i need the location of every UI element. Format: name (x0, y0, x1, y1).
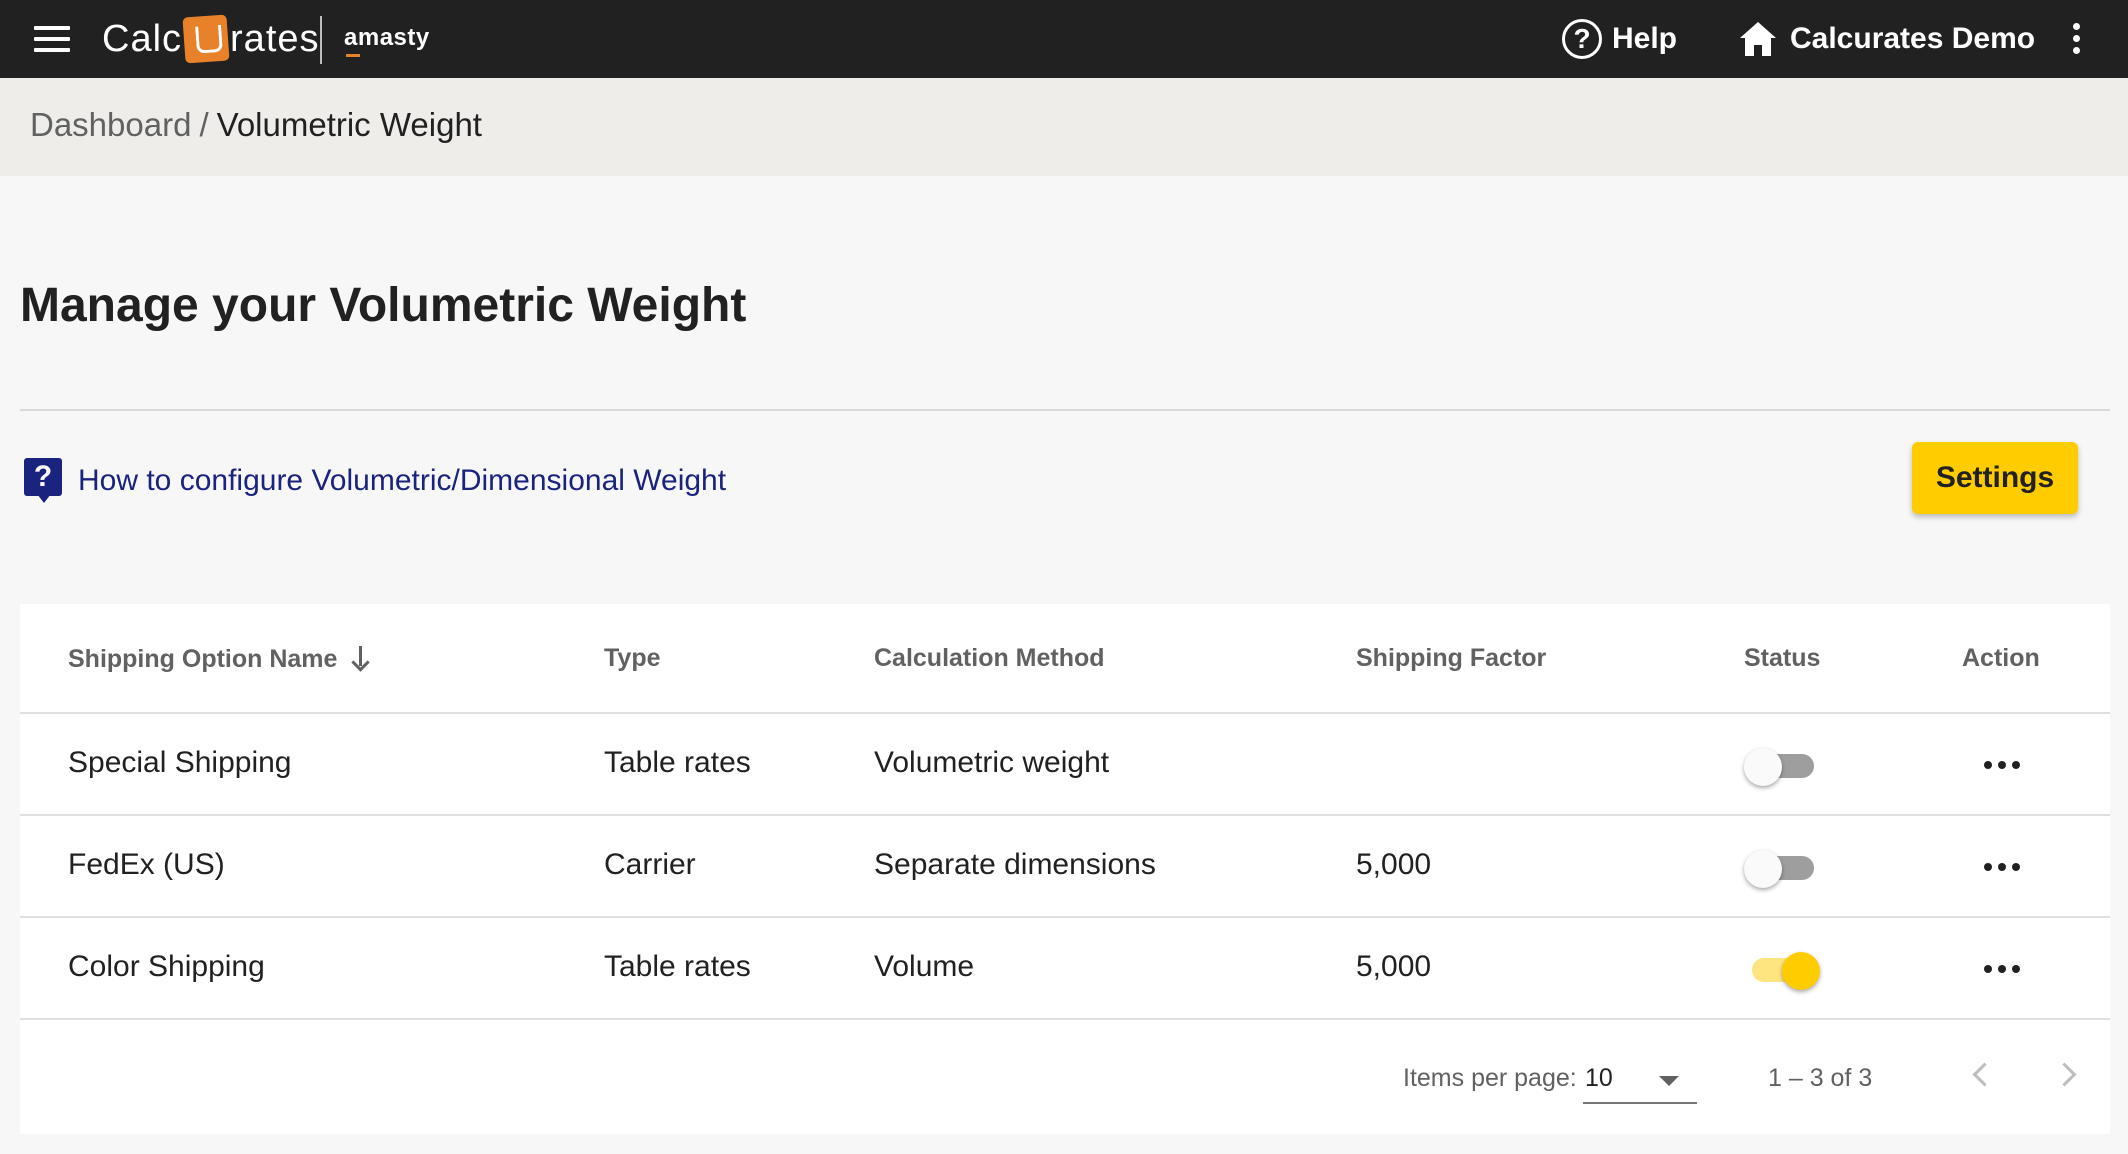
cell-name: Color Shipping (68, 950, 265, 983)
items-per-page-value: 10 (1585, 1064, 1613, 1092)
caret-down-icon (1659, 1076, 1679, 1086)
status-toggle[interactable] (1744, 748, 1818, 786)
logo-prefix: Calc (102, 17, 183, 60)
breadcrumb-separator: / (199, 106, 209, 143)
table-header-row: Shipping Option Name Type Calculation Me… (20, 604, 2110, 714)
cell-factor: 5,000 (1356, 848, 1432, 881)
title-divider (20, 409, 2110, 411)
cell-factor: 5,000 (1356, 950, 1432, 983)
logo-suffix: rates (230, 17, 320, 60)
items-per-page-label: Items per page: (1403, 1064, 1577, 1092)
settings-button[interactable]: Settings (1912, 442, 2078, 514)
help-article-link[interactable]: ? How to configure Volumetric/Dimensiona… (24, 458, 726, 504)
top-app-bar: Calc rates amasty ? Help Calcurates Demo (0, 0, 2128, 78)
amasty-logo: amasty (344, 24, 430, 57)
table-row: FedEx (US) Carrier Separate dimensions 5… (20, 816, 2110, 918)
home-icon (1740, 22, 1776, 56)
breadcrumb-current: Volumetric Weight (216, 106, 482, 143)
cell-name: FedEx (US) (68, 848, 225, 881)
arrow-down-icon (349, 644, 373, 672)
store-home-button[interactable]: Calcurates Demo (1738, 17, 2035, 61)
breadcrumb-bar: Dashboard / Volumetric Weight (0, 78, 2128, 176)
help-label: Help (1612, 22, 1678, 55)
more-vert-icon[interactable] (2062, 20, 2090, 58)
cell-method: Separate dimensions (874, 848, 1156, 881)
breadcrumb: Dashboard / Volumetric Weight (30, 106, 482, 144)
column-header-name-label: Shipping Option Name (68, 645, 338, 673)
column-header-factor: Shipping Factor (1356, 644, 1547, 672)
status-toggle[interactable] (1744, 952, 1820, 990)
chevron-left-icon[interactable] (1964, 1056, 2004, 1096)
column-header-name[interactable]: Shipping Option Name (68, 644, 373, 674)
help-button[interactable]: ? Help (1562, 17, 1677, 61)
more-horiz-icon[interactable] (1982, 956, 2022, 980)
page-title: Manage your Volumetric Weight (20, 279, 747, 332)
more-horiz-icon[interactable] (1982, 854, 2022, 878)
pagination-range: 1 – 3 of 3 (1768, 1064, 1873, 1092)
help-circle-icon: ? (1562, 19, 1602, 59)
cell-method: Volume (874, 950, 975, 983)
column-header-type: Type (604, 644, 661, 672)
logo-divider (320, 16, 322, 64)
help-article-link-text: How to configure Volumetric/Dimensional … (78, 464, 727, 497)
cell-method: Volumetric weight (874, 746, 1110, 779)
logo-cube-icon (182, 14, 230, 64)
cell-name: Special Shipping (68, 746, 292, 779)
items-per-page-select[interactable]: 10 (1583, 1050, 1697, 1104)
store-label: Calcurates Demo (1790, 22, 2036, 55)
chevron-right-icon[interactable] (2048, 1056, 2088, 1096)
column-header-action: Action (1962, 644, 2040, 672)
table-row: Special Shipping Table rates Volumetric … (20, 714, 2110, 816)
table-row: Color Shipping Table rates Volume 5,000 (20, 918, 2110, 1020)
cell-type: Table rates (604, 746, 751, 779)
hamburger-menu-icon[interactable] (32, 24, 72, 54)
cell-type: Carrier (604, 848, 696, 881)
cell-type: Table rates (604, 950, 751, 983)
question-box-icon: ? (24, 458, 62, 504)
column-header-method: Calculation Method (874, 644, 1105, 672)
volumetric-weight-table: Shipping Option Name Type Calculation Me… (20, 604, 2110, 1134)
column-header-status: Status (1744, 644, 1821, 672)
calcurates-logo[interactable]: Calc rates (102, 14, 320, 64)
breadcrumb-dashboard-link[interactable]: Dashboard (30, 106, 191, 143)
more-horiz-icon[interactable] (1982, 752, 2022, 776)
status-toggle[interactable] (1744, 850, 1818, 888)
